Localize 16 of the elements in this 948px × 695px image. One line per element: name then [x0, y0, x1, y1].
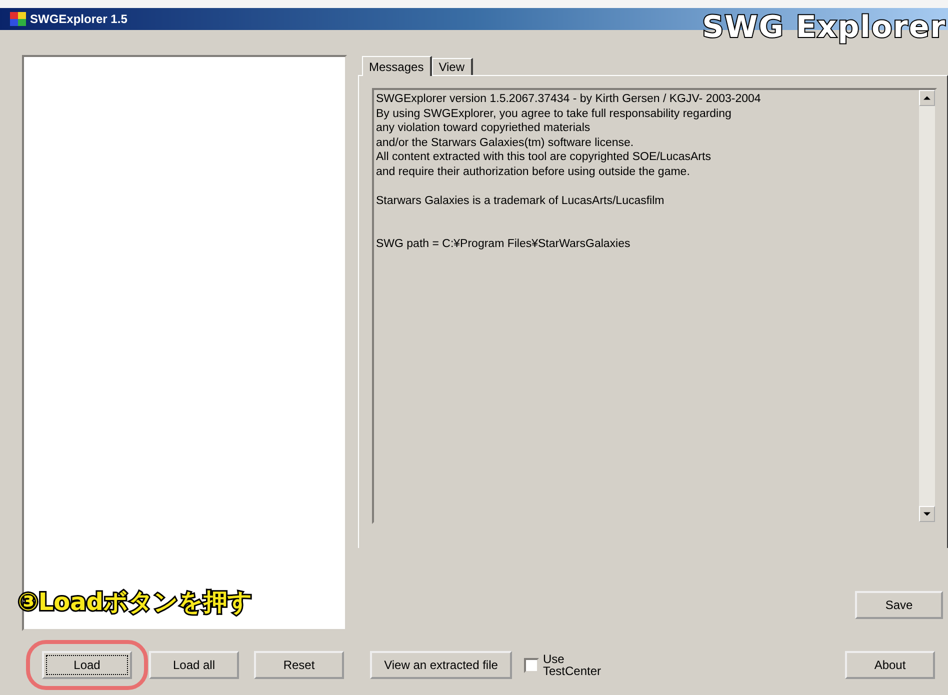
message-log: SWGExplorer version 1.5.2067.37434 - by Kirth Gersen / KGJV- 2003-2004 By using SWGExplorer, you agree to take full responsability regarding any violation toward copyriethed materials and/or the Starwars Galaxies(tm) software license. All content extracted with this tool are copyrighted SOE/LucasArts and require their authorization before using outside the game. Starwars Galaxies is a trademark of LucasArts/Lucasfilm SWG path = C:¥Program Files¥StarWarsGalaxies — [375, 92, 762, 252]
app-icon — [10, 12, 26, 26]
tab[interactable]: View — [432, 58, 472, 75]
view-file-button[interactable]: View an extracted file — [370, 651, 512, 679]
action-button[interactable]: Load — [42, 651, 132, 679]
checkbox[interactable] — [524, 658, 539, 672]
scroll-down-icon[interactable] — [919, 506, 935, 522]
save-button[interactable]: Save — [855, 591, 943, 619]
about-button[interactable]: About — [845, 651, 935, 679]
action-button[interactable]: Reset — [254, 651, 344, 679]
tab[interactable]: Messages — [362, 56, 432, 76]
action-button[interactable]: Load all — [149, 651, 239, 679]
scrollbar[interactable] — [919, 90, 935, 522]
window-title: SWGExplorer 1.5 — [30, 12, 128, 26]
scroll-up-icon[interactable] — [919, 90, 935, 106]
checkbox-label: Use TestCenter — [543, 653, 602, 677]
